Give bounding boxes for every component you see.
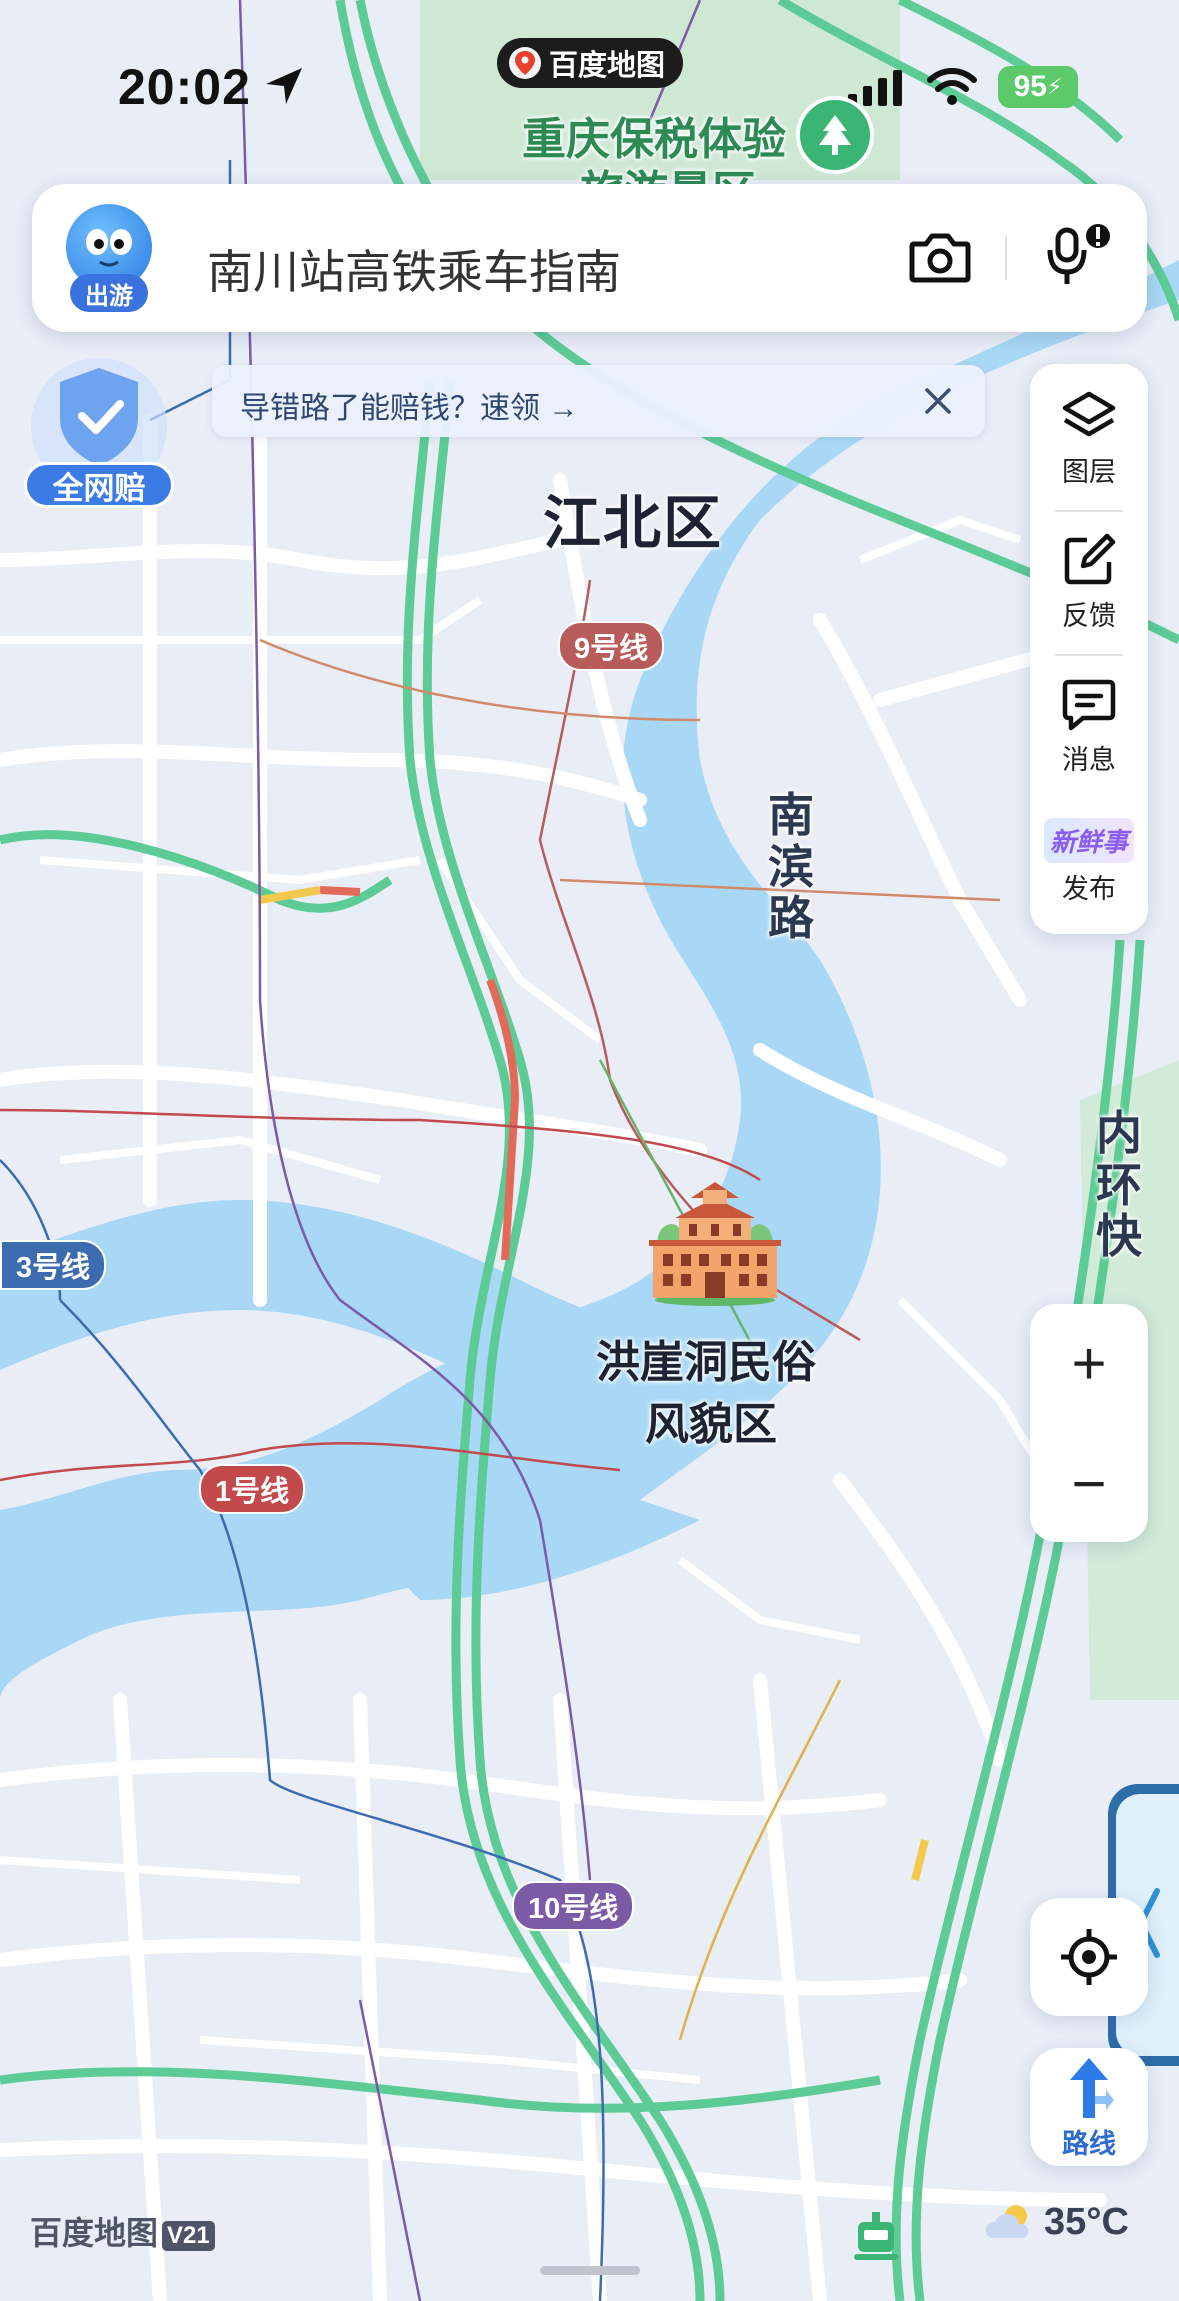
promo-banner-text[interactable]: 导错路了能赔钱？速领 → [240, 383, 578, 427]
zoom-in-button[interactable]: + [1030, 1304, 1148, 1422]
tool-feedback[interactable]: 反馈 [1030, 530, 1148, 672]
tool-layers-label: 图层 [1062, 457, 1116, 487]
search-input[interactable]: 南川站高铁乘车指南 [207, 236, 621, 302]
district-label[interactable]: 江北区 [543, 476, 723, 560]
tool-divider [1055, 654, 1123, 656]
search-bar[interactable]: 出游 南川站高铁乘车指南 [32, 184, 1147, 332]
promo-banner[interactable]: 导错路了能赔钱？速领 → [212, 365, 985, 437]
zoom-controls: + − [1030, 1304, 1148, 1542]
edit-icon [1059, 530, 1119, 590]
temperature-value: 35°C [1044, 2200, 1129, 2243]
battery-indicator: 95 ⚡ [998, 66, 1078, 108]
layers-icon [1059, 386, 1119, 446]
tool-messages-label: 消息 [1062, 745, 1116, 775]
battery-level: 95 [1013, 70, 1047, 103]
tool-messages[interactable]: 消息 [1030, 674, 1148, 816]
landmark-icon[interactable] [643, 1176, 787, 1306]
app-indicator: 百度地图 [497, 38, 684, 88]
location-arrow-icon [262, 64, 306, 108]
metro-line-9-badge[interactable]: 9号线 [558, 621, 665, 671]
tool-publish-label: 发布 [1062, 874, 1116, 904]
crosshair-icon [1059, 1927, 1119, 1987]
home-indicator[interactable] [540, 2266, 640, 2275]
map-canvas[interactable] [0, 0, 1179, 2301]
message-icon [1059, 674, 1119, 734]
microphone-icon[interactable] [1042, 218, 1118, 294]
road-label-char: 南 [768, 789, 814, 841]
road-label-char: 路 [768, 892, 814, 945]
brand-name: 百度地图 [30, 2215, 159, 2251]
road-label-char: 滨 [768, 840, 814, 893]
route-arrow-icon [1064, 2056, 1114, 2120]
status-time: 20:02 [118, 59, 251, 115]
road-label-nanbin[interactable]: 南 滨 路 [768, 789, 814, 945]
charging-icon: ⚡ [1046, 74, 1063, 99]
park-icon [796, 96, 874, 174]
tool-feedback-label: 反馈 [1062, 601, 1116, 631]
zoom-out-button[interactable]: − [1030, 1424, 1148, 1542]
metro-line-10-badge[interactable]: 10号线 [512, 1881, 635, 1931]
partly-cloudy-icon [984, 2200, 1036, 2244]
tool-publish[interactable]: 新鲜事 发布 [1030, 818, 1148, 960]
route-button[interactable]: 路线 [1030, 2048, 1148, 2166]
search-divider [1005, 236, 1007, 280]
road-label-char: 快 [1096, 1210, 1142, 1263]
tool-panel: 图层 反馈 消息 新鲜事 发布 [1030, 364, 1148, 934]
tool-layers[interactable]: 图层 [1030, 386, 1148, 528]
metro-line-1-badge[interactable]: 1号线 [199, 1464, 306, 1514]
camera-icon[interactable] [908, 228, 972, 288]
wifi-icon [926, 66, 978, 108]
route-label: 路线 [1062, 2129, 1116, 2159]
tool-divider [1055, 510, 1123, 512]
landmark-label-line1[interactable]: 洪崖洞民俗 [596, 1326, 816, 1390]
road-label-neihuan[interactable]: 内 环 快 [1096, 1107, 1142, 1263]
shield-badge-icon[interactable] [26, 356, 172, 494]
mascot-label: 出游 [70, 274, 148, 312]
transit-icon[interactable] [852, 2210, 900, 2262]
brand-version: V21 [162, 2220, 215, 2251]
baidu-pin-icon [509, 47, 541, 79]
close-icon[interactable] [922, 385, 954, 417]
brand-logo: 百度地图 V21 [30, 2208, 215, 2254]
weather-widget[interactable]: 35°C [984, 2200, 1129, 2244]
road-label-char: 内 [1096, 1107, 1142, 1159]
badge-label[interactable]: 全网赔 [24, 462, 174, 508]
app-indicator-label: 百度地图 [549, 50, 666, 82]
metro-line-3-badge[interactable]: 3号线 [0, 1240, 107, 1290]
road-label-char: 环 [1096, 1158, 1142, 1211]
landmark-label-line2[interactable]: 风貌区 [645, 1388, 777, 1452]
locate-button[interactable] [1030, 1898, 1148, 2016]
news-icon: 新鲜事 [1043, 818, 1134, 863]
